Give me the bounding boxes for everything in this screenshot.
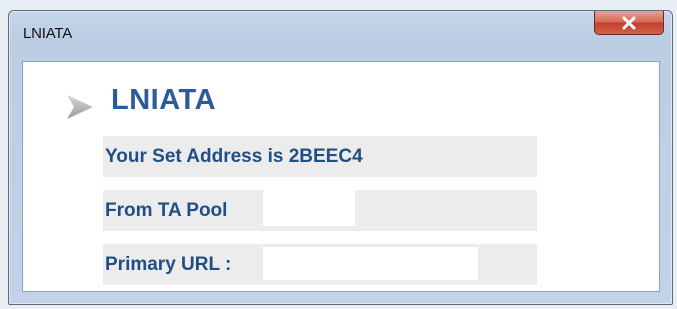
arrow-right-icon <box>67 95 93 119</box>
dialog-heading: LNIATA <box>111 84 217 116</box>
ta-pool-value <box>263 190 355 226</box>
lniata-dialog-window: LNIATA LNIATA Your Set Address is 2BEEC4… <box>8 10 673 305</box>
close-icon <box>622 16 636 29</box>
ta-pool-label: From TA Pool <box>105 200 228 221</box>
primary-url-row: Primary URL : <box>103 244 537 285</box>
close-button[interactable] <box>594 11 664 35</box>
set-address-row: Your Set Address is 2BEEC4 <box>103 136 537 177</box>
dialog-content: LNIATA Your Set Address is 2BEEC4 From T… <box>22 61 660 292</box>
title-bar: LNIATA <box>9 11 672 57</box>
window-title: LNIATA <box>23 25 73 42</box>
set-address-label: Your Set Address is 2BEEC4 <box>105 146 363 167</box>
primary-url-label: Primary URL : <box>105 254 232 275</box>
ta-pool-row: From TA Pool <box>103 190 537 231</box>
primary-url-value <box>263 247 478 280</box>
